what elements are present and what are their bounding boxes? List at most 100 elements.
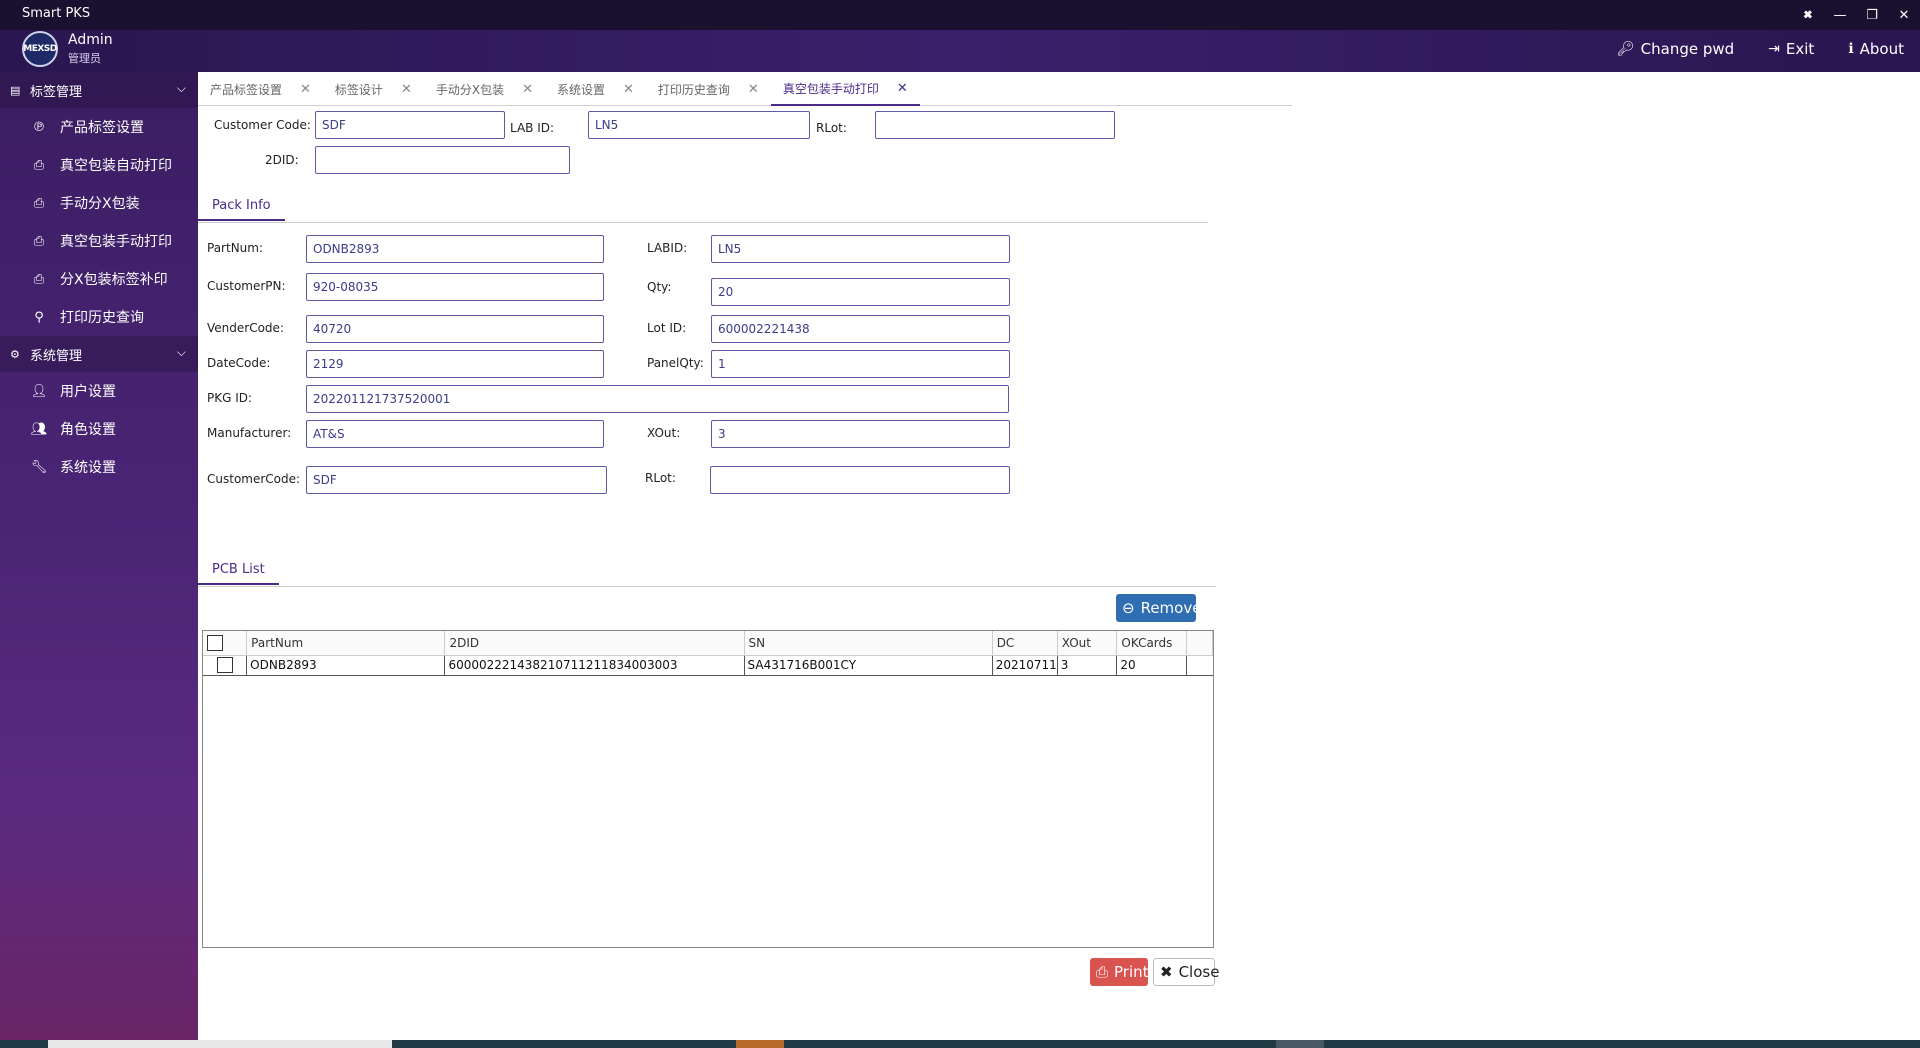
sidebar-item-vacuum-manual-print[interactable]: ⎙ 真空包装手动打印 [0,222,198,260]
pin-icon[interactable]: 🞮 [1792,0,1824,30]
close-icon[interactable]: ✕ [522,82,533,97]
customer-code-input[interactable]: SDF [315,111,505,139]
tab-label-design[interactable]: 标签设计 ✕ [323,72,424,106]
sidebar: ▤ 标签管理 ⌵ ℗ 产品标签设置 ⎙ 真空包装自动打印 ⎙ 手动分X包装 ⎙ … [0,72,198,1048]
sidebar-item-label: 分X包装标签补印 [60,272,168,288]
remove-button[interactable]: ⊖ Remove [1116,594,1201,622]
sidebar-item-label: 真空包装手动打印 [60,234,172,250]
customercode-input[interactable]: SDF [306,466,607,494]
tab-label: 手动分X包装 [435,82,505,97]
pack-rlot-label: RLot: [645,471,676,485]
tab-manual-x-pack[interactable]: 手动分X包装 ✕ [424,72,545,106]
partnum-input[interactable]: ODNB2893 [306,235,604,263]
close-icon[interactable]: ✕ [897,81,908,96]
exit-label: Exit [1785,40,1815,58]
sidebar-item-label: 产品标签设置 [60,120,144,136]
twodid-input[interactable] [315,146,570,174]
table-row[interactable]: ODNB2893 600002221438210711211834003003 … [203,655,1213,676]
pack-rlot-input[interactable] [710,466,1010,494]
tab-system-settings[interactable]: 系统设置 ✕ [545,72,646,106]
window-controls: 🞮 — ❐ ✕ [1792,0,1920,30]
xout-input[interactable]: 3 [711,420,1010,448]
rlot-input[interactable] [875,111,1115,139]
restore-icon[interactable]: ❐ [1856,0,1888,30]
tab-label: 标签设计 [334,82,383,97]
sidebar-item-label: 角色设置 [60,422,116,438]
lab-id-input[interactable]: LN5 [588,111,810,139]
manufacturer-input[interactable]: AT&S [306,420,604,448]
pkgid-input[interactable]: 202201121737520001 [306,385,1009,413]
customercode-label: CustomerCode: [207,472,301,486]
manufacturer-label: Manufacturer: [207,426,292,440]
sidebar-item-label: 真空包装自动打印 [60,158,172,174]
panelqty-input[interactable]: 1 [711,350,1010,378]
sidebar-item-role-settings[interactable]: 👥︎ 角色设置 [0,410,198,448]
pcb-table: PartNum 2DID SN DC XOut OKCards ODNB2893… [202,630,1214,948]
sidebar-item-manual-x-pack[interactable]: ⎙ 手动分X包装 [0,184,198,222]
sidebar-item-print-history[interactable]: ⚲ 打印历史查询 [0,298,198,336]
column-header-filler [1186,631,1213,656]
taskbar [0,1040,1920,1048]
cell-partnum: ODNB2893 [246,655,446,676]
row-checkbox[interactable] [216,657,233,673]
tab-print-history[interactable]: 打印历史查询 ✕ [646,72,771,106]
datecode-input[interactable]: 2129 [306,350,604,378]
search-icon: ⚲ [34,309,44,325]
exit-button[interactable]: ⇥ Exit [1768,40,1814,58]
user-icon: 👤︎ [30,383,48,399]
pack-info-divider [198,222,1208,223]
tab-vacuum-manual-print[interactable]: 真空包装手动打印 ✕ [770,72,920,106]
column-header-xout[interactable]: XOut [1057,631,1118,656]
column-header-okcards[interactable]: OKCards [1116,631,1188,656]
column-header-dc[interactable]: DC [992,631,1058,656]
cell-xout: 3 [1057,655,1118,676]
tab-label: 产品标签设置 [210,82,283,97]
title-bar: Smart PKS 🞮 — ❐ ✕ [0,0,1920,30]
column-header-partnum[interactable]: PartNum [246,631,446,656]
sidebar-item-label: 手动分X包装 [60,196,140,212]
qty-input[interactable]: 20 [711,278,1010,306]
tab-label: 打印历史查询 [657,82,730,97]
sidebar-item-system-settings[interactable]: 🔧︎ 系统设置 [0,448,198,486]
product-icon: ℗ [32,119,46,135]
tab-product-label[interactable]: 产品标签设置 ✕ [198,72,323,106]
column-header-2did[interactable]: 2DID [444,631,745,656]
print-icon: ⎙ [33,233,45,249]
lotid-input[interactable]: 600002221438 [711,315,1010,343]
close-icon[interactable]: ✕ [623,82,634,97]
rlot-label: RLot: [816,121,847,135]
close-icon[interactable]: ✕ [1888,0,1920,30]
vendercode-input[interactable]: 40720 [306,315,604,343]
pack-info-tab[interactable]: Pack Info [198,198,285,221]
sidebar-item-product-label[interactable]: ℗ 产品标签设置 [0,108,198,146]
close-button[interactable]: ✖ Close [1153,958,1219,986]
sidebar-group-system-management[interactable]: ⚙ 系统管理 ⌵ [0,336,198,372]
change-pwd-label: Change pwd [1640,40,1735,58]
customerpn-input[interactable]: 920-08035 [306,273,604,301]
close-icon[interactable]: ✕ [401,82,412,97]
close-icon[interactable]: ✕ [300,82,311,97]
pcb-list-tab[interactable]: PCB List [198,562,279,585]
row-select-cell [203,655,248,676]
column-header-sn[interactable]: SN [744,631,993,656]
taskbar-app-icon[interactable] [1276,1040,1324,1048]
info-icon: ℹ [1848,41,1854,57]
partnum-label: PartNum: [207,241,264,255]
print-button[interactable]: ⎙ Print [1090,958,1149,986]
taskbar-search[interactable] [48,1040,392,1048]
table-header-row: PartNum 2DID SN DC XOut OKCards [203,631,1213,656]
minimize-icon[interactable]: — [1824,0,1856,30]
labid-input[interactable]: LN5 [711,235,1010,263]
select-all-checkbox[interactable] [207,634,223,651]
minus-circle-icon: ⊖ [1122,599,1135,617]
change-pwd-button[interactable]: 🔑︎ Change pwd [1617,40,1734,58]
sidebar-item-user-settings[interactable]: 👤︎ 用户设置 [0,372,198,410]
sidebar-item-vacuum-auto-print[interactable]: ⎙ 真空包装自动打印 [0,146,198,184]
xout-label: XOut: [647,426,681,440]
close-icon[interactable]: ✕ [748,82,759,97]
sidebar-item-x-pack-reprint[interactable]: ⎙ 分X包装标签补印 [0,260,198,298]
about-button[interactable]: ℹ About [1848,40,1904,58]
sidebar-group-label-management[interactable]: ▤ 标签管理 ⌵ [0,72,198,108]
lotid-label: Lot ID: [647,321,687,335]
taskbar-app-icon[interactable] [736,1040,784,1048]
